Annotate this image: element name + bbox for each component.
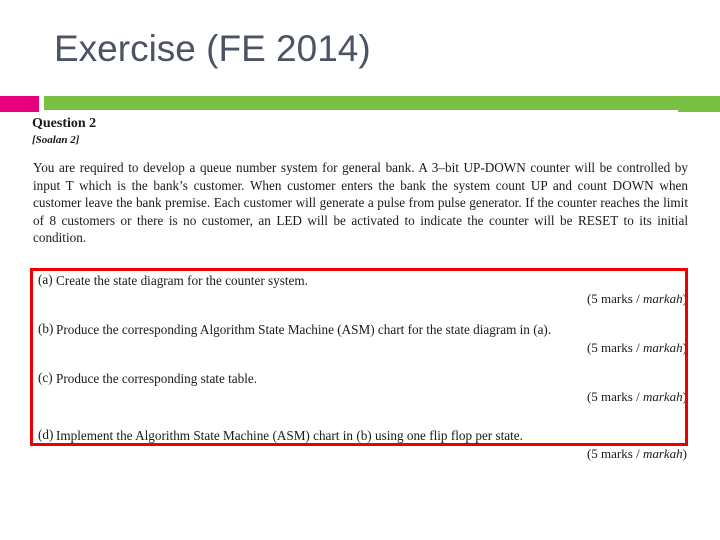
question-part-a-marks: (5 marks / markah) <box>0 291 720 307</box>
question-part-c-marks: (5 marks / markah) <box>0 389 720 405</box>
slide: Exercise (FE 2014) Question 2 [Soalan 2]… <box>0 0 720 540</box>
question-parts-list: (a) Create the state diagram for the cou… <box>0 272 720 462</box>
question-heading: Question 2 <box>32 116 97 131</box>
marks-italic-b: markah <box>642 340 683 355</box>
marks-italic-c: markah <box>642 389 683 404</box>
green-accent-bar <box>44 96 678 110</box>
question-part-b-marks: (5 marks / markah) <box>0 340 720 356</box>
marks-suffix-a: ) <box>682 291 687 306</box>
marks-italic-d: markah <box>642 446 683 461</box>
question-subheading: [Soalan 2] <box>32 134 80 146</box>
question-part-c-label: (c) <box>38 370 53 385</box>
page-title: Exercise (FE 2014) <box>54 28 371 69</box>
marks-prefix-d: (5 marks / <box>586 446 643 461</box>
question-document: Question 2 [Soalan 2] You are required t… <box>0 112 720 540</box>
question-part-c-text: Produce the corresponding state table. <box>56 371 258 386</box>
question-part-c: (c) Produce the corresponding state tabl… <box>0 370 720 405</box>
marks-suffix-c: ) <box>682 389 687 404</box>
marks-prefix-b: (5 marks / <box>586 340 643 355</box>
marks-suffix-d: ) <box>682 446 687 461</box>
question-part-d-marks: (5 marks / markah) <box>0 446 720 462</box>
question-part-b-text: Produce the corresponding Algorithm Stat… <box>56 322 552 337</box>
question-part-a-label: (a) <box>38 272 53 287</box>
question-part-a: (a) Create the state diagram for the cou… <box>0 272 720 307</box>
question-part-d-text: Implement the Algorithm State Machine (A… <box>56 428 523 443</box>
marks-italic-a: markah <box>642 291 683 306</box>
question-part-b-label: (b) <box>38 321 54 336</box>
question-part-b: (b) Produce the corresponding Algorithm … <box>0 321 720 356</box>
question-part-d-label: (d) <box>38 427 54 442</box>
question-part-a-text: Create the state diagram for the counter… <box>56 273 308 288</box>
question-part-d: (d) Implement the Algorithm State Machin… <box>0 427 720 462</box>
marks-suffix-b: ) <box>682 340 687 355</box>
marks-prefix-a: (5 marks / <box>586 291 643 306</box>
marks-prefix-c: (5 marks / <box>586 389 643 404</box>
question-body-text: You are required to develop a queue numb… <box>33 160 688 246</box>
